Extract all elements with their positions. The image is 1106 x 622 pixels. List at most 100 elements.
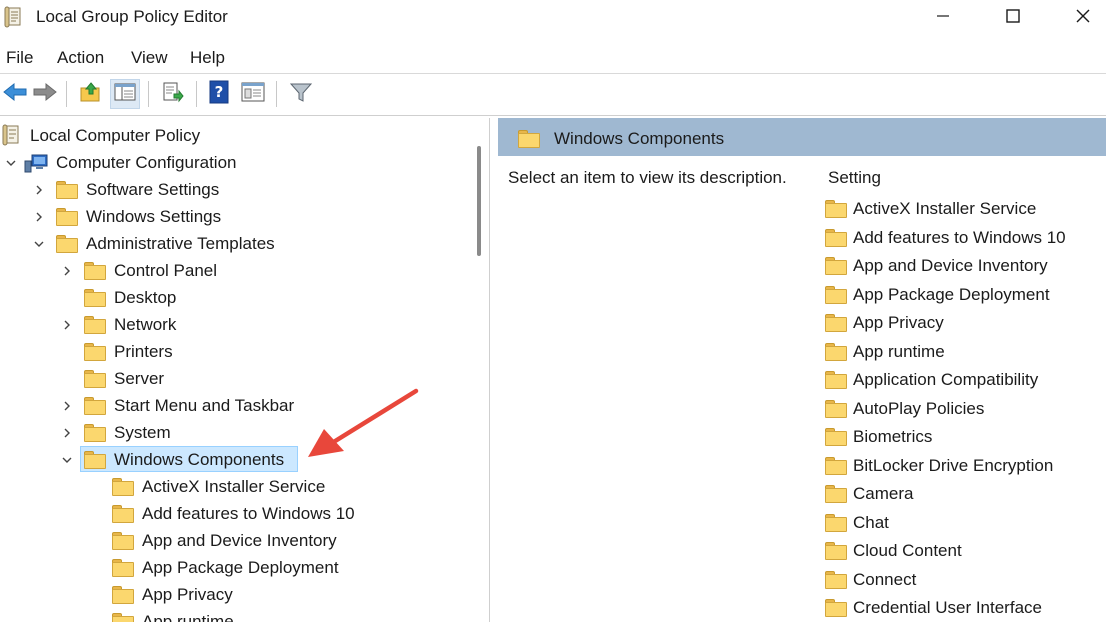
list-item[interactable]: Biometrics [825, 424, 932, 450]
show-hide-tree-button[interactable] [110, 79, 140, 109]
tree-item-windows-settings[interactable]: Windows Settings [30, 203, 221, 230]
tree-item-control-panel[interactable]: Control Panel [58, 257, 217, 284]
minimize-button[interactable] [910, 0, 976, 36]
chevron-right-icon[interactable] [58, 262, 76, 280]
show-hide-tree-icon [114, 82, 136, 107]
tree-item-label: Network [114, 314, 177, 334]
tree-item-computer-configuration[interactable]: Computer Configuration [2, 149, 236, 176]
chevron-right-icon[interactable] [30, 181, 48, 199]
toolbar-separator [276, 81, 277, 107]
list-item[interactable]: Cloud Content [825, 538, 962, 564]
close-button[interactable] [1050, 0, 1106, 36]
list-item[interactable]: Application Compatibility [825, 367, 1038, 393]
toolbar-separator [148, 81, 149, 107]
folder-icon [112, 531, 134, 550]
tree-item-system[interactable]: System [58, 419, 171, 446]
chevron-down-icon[interactable] [30, 235, 48, 253]
folder-icon [112, 612, 134, 622]
list-item-label: Credential User Interface [853, 598, 1042, 617]
description-area: Select an item to view its description. [498, 156, 808, 622]
back-button[interactable] [0, 79, 30, 109]
tree-item-printers[interactable]: Printers [58, 338, 173, 365]
column-header-setting[interactable]: Setting [828, 168, 881, 188]
tree-item-desktop[interactable]: Desktop [58, 284, 176, 311]
list-item-label: Biometrics [853, 427, 933, 446]
chevron-down-icon[interactable] [2, 154, 20, 172]
menu-file[interactable]: File [6, 48, 33, 68]
chevron-right-icon[interactable] [58, 316, 76, 334]
list-item[interactable]: App runtime [825, 339, 945, 365]
properties-button[interactable] [238, 79, 268, 109]
menu-action[interactable]: Action [57, 48, 104, 68]
menu-view[interactable]: View [131, 48, 168, 68]
folder-icon [84, 450, 106, 469]
folder-icon [56, 180, 78, 199]
maximize-button[interactable] [980, 0, 1046, 36]
forward-button[interactable] [30, 79, 60, 109]
tree-item-label: App and Device Inventory [142, 530, 337, 550]
folder-icon [825, 257, 847, 275]
list-item[interactable]: Camera [825, 481, 913, 507]
folder-icon [56, 207, 78, 226]
toolbar-separator [196, 81, 197, 107]
folder-icon [825, 485, 847, 503]
folder-icon [825, 570, 847, 589]
details-header: Windows Components [498, 118, 1106, 156]
list-item[interactable]: Credential User Interface [825, 595, 1042, 621]
tree-item-app-package-deployment[interactable]: App Package Deployment [86, 554, 339, 581]
tree-item-network[interactable]: Network [58, 311, 176, 338]
tree-item-add-features-to-windows-10[interactable]: Add features to Windows 10 [86, 500, 355, 527]
folder-icon [825, 599, 847, 617]
up-one-level-button[interactable] [76, 79, 106, 109]
list-item-label: Chat [853, 512, 889, 532]
tree-item-app-and-device-inventory[interactable]: App and Device Inventory [86, 527, 337, 554]
chevron-right-icon[interactable] [58, 397, 76, 415]
list-item-label: App and Device Inventory [853, 256, 1048, 275]
tree-item-software-settings[interactable]: Software Settings [30, 176, 219, 203]
chevron-down-icon[interactable] [58, 451, 76, 469]
list-item[interactable]: BitLocker Drive Encryption [825, 453, 1053, 479]
tree-item-administrative-templates[interactable]: Administrative Templates [30, 230, 275, 257]
list-item[interactable]: App Privacy [825, 310, 944, 336]
list-item[interactable]: Chat [825, 510, 889, 536]
list-item[interactable]: Add features to Windows 10 [825, 225, 1066, 251]
list-item[interactable]: App Package Deployment [825, 282, 1050, 308]
tree-item-server[interactable]: Server [58, 365, 164, 392]
chevron-right-icon[interactable] [30, 208, 48, 226]
tree-item-local-computer-policy[interactable]: Local Computer Policy [2, 122, 200, 149]
menu-bar: File Action View Help [0, 40, 1106, 74]
menu-help[interactable]: Help [190, 48, 225, 68]
folder-icon [825, 371, 847, 389]
toolbar-separator [66, 81, 67, 107]
tree-item-app-runtime[interactable]: App runtime [86, 608, 234, 622]
list-item[interactable]: App and Device Inventory [825, 253, 1048, 279]
folder-icon [84, 342, 106, 361]
export-list-button[interactable] [158, 79, 188, 109]
chevron-right-icon[interactable] [58, 424, 76, 442]
svg-text:?: ? [215, 83, 224, 101]
folder-icon [825, 428, 847, 446]
details-header-title: Windows Components [554, 129, 725, 148]
list-item[interactable]: ActiveX Installer Service [825, 196, 1036, 222]
tree-item-windows-components[interactable]: Windows Components [58, 446, 298, 473]
tree-item-label: App Package Deployment [142, 557, 339, 577]
filter-button[interactable] [286, 79, 316, 109]
folder-icon [825, 456, 847, 475]
tree-item-app-privacy[interactable]: App Privacy [86, 581, 233, 608]
folder-icon [56, 234, 78, 253]
list-item[interactable]: AutoPlay Policies [825, 396, 984, 422]
tree-scrollbar-thumb[interactable] [477, 146, 481, 256]
folder-icon [825, 314, 847, 332]
tree-item-label: ActiveX Installer Service [142, 476, 326, 496]
tree-item-activex-installer-service[interactable]: ActiveX Installer Service [86, 473, 325, 500]
list-item-label: Connect [853, 569, 917, 589]
tree-item-label: Administrative Templates [86, 233, 275, 253]
list-item[interactable]: Connect [825, 567, 916, 593]
back-arrow-icon [2, 81, 28, 108]
list-item-label: App Privacy [853, 313, 944, 332]
tree-item-start-menu-and-taskbar[interactable]: Start Menu and Taskbar [58, 392, 294, 419]
help-button[interactable]: ? [204, 79, 234, 109]
